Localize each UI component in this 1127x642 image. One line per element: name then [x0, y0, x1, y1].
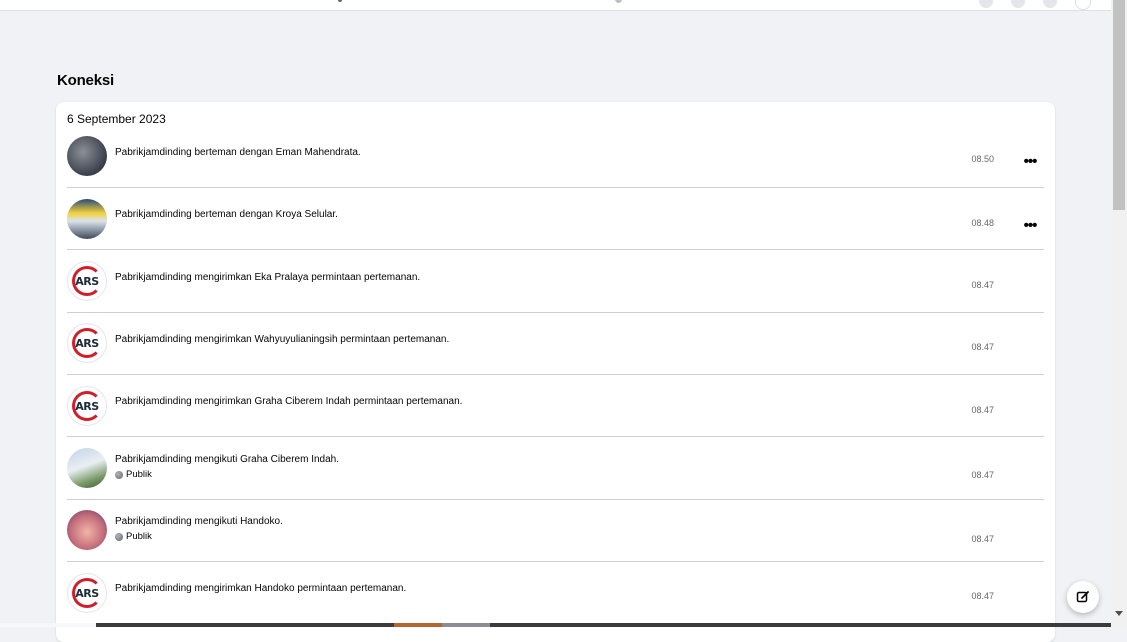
activity-time: 08.47: [971, 470, 994, 480]
profile-avatar[interactable]: ARS: [67, 573, 107, 613]
profile-avatar[interactable]: [67, 448, 107, 488]
bottom-edge-strip: [0, 623, 1111, 627]
profile-avatar[interactable]: [67, 510, 107, 550]
activity-row: Pabrikjamdinding berteman dengan Eman Ma…: [67, 136, 1044, 188]
edit-icon: [1076, 591, 1089, 603]
activity-time: 08.47: [971, 591, 994, 601]
nav-icon-button[interactable]: [1075, 0, 1091, 10]
ars-logo-icon: ARS: [72, 391, 102, 421]
activity-text[interactable]: Pabrikjamdinding mengirimkan Handoko per…: [115, 583, 406, 594]
profile-avatar[interactable]: ARS: [67, 261, 107, 301]
ars-logo-text: ARS: [75, 586, 99, 600]
strip-segment: [442, 623, 490, 627]
top-navigation-bar: [0, 0, 1111, 11]
activity-row: ARS Pabrikjamdinding mengirimkan Graha C…: [67, 375, 1044, 437]
activity-text[interactable]: Pabrikjamdinding mengikuti Graha Ciberem…: [115, 454, 339, 465]
section-title: Koneksi: [57, 72, 114, 89]
profile-avatar[interactable]: [67, 136, 107, 176]
audience-text: Publik: [126, 531, 152, 542]
profile-avatar[interactable]: ARS: [67, 323, 107, 363]
nav-indicator-dot: [615, 0, 622, 3]
strip-segment: [394, 623, 442, 627]
scrollbar-thumb[interactable]: [1113, 0, 1125, 210]
strip-segment: [96, 623, 394, 627]
nav-indicator-dot: [338, 0, 342, 2]
profile-avatar[interactable]: [67, 199, 107, 239]
audience-label[interactable]: Publik: [115, 531, 152, 542]
more-horizontal-icon: •••: [1023, 217, 1038, 234]
nav-icon-button[interactable]: [979, 0, 993, 8]
scroll-down-arrow-icon[interactable]: [1115, 611, 1123, 616]
ars-logo-text: ARS: [75, 399, 99, 413]
audience-text: Publik: [126, 469, 152, 480]
activity-text[interactable]: Pabrikjamdinding berteman dengan Kroya S…: [115, 209, 338, 220]
activity-time: 08.47: [971, 405, 994, 415]
activity-text[interactable]: Pabrikjamdinding mengirimkan Graha Ciber…: [115, 396, 462, 407]
activity-row: Pabrikjamdinding mengikuti Handoko. Publ…: [67, 500, 1044, 562]
activity-text[interactable]: Pabrikjamdinding mengikuti Handoko.: [115, 516, 283, 527]
strip-segment: [490, 623, 1111, 627]
globe-icon: [115, 532, 123, 541]
ars-logo-icon: ARS: [72, 578, 102, 608]
activity-row: ARS Pabrikjamdinding mengirimkan Eka Pra…: [67, 250, 1044, 313]
profile-avatar[interactable]: ARS: [67, 386, 107, 426]
activity-time: 08.50: [971, 154, 994, 164]
nav-icon-button[interactable]: [1043, 0, 1057, 8]
nav-icon-button[interactable]: [1011, 0, 1025, 8]
activity-row: Pabrikjamdinding berteman dengan Kroya S…: [67, 188, 1044, 250]
activity-time: 08.47: [971, 280, 994, 290]
activity-time: 08.47: [971, 342, 994, 352]
globe-icon: [115, 470, 123, 479]
activity-row: Pabrikjamdinding mengikuti Graha Ciberem…: [67, 437, 1044, 500]
activity-row: ARS Pabrikjamdinding mengirimkan Wahyuyu…: [67, 313, 1044, 375]
ars-logo-text: ARS: [75, 274, 99, 288]
activity-time: 08.48: [971, 218, 994, 228]
activity-row: ARS Pabrikjamdinding mengirimkan Handoko…: [67, 562, 1044, 623]
more-options-button[interactable]: •••: [1020, 218, 1040, 236]
ars-logo-text: ARS: [75, 336, 99, 350]
activity-text[interactable]: Pabrikjamdinding berteman dengan Eman Ma…: [115, 147, 361, 158]
ars-logo-icon: ARS: [72, 328, 102, 358]
activity-text[interactable]: Pabrikjamdinding mengirimkan Eka Pralaya…: [115, 272, 420, 283]
date-header: 6 September 2023: [67, 112, 166, 126]
more-horizontal-icon: •••: [1023, 153, 1038, 170]
activity-log-card: 6 September 2023 Pabrikjamdinding bertem…: [56, 102, 1055, 642]
activity-time: 08.47: [971, 534, 994, 544]
ars-logo-icon: ARS: [72, 266, 102, 296]
activity-text[interactable]: Pabrikjamdinding mengirimkan Wahyuyulian…: [115, 334, 449, 345]
new-message-button[interactable]: [1067, 581, 1099, 613]
audience-label[interactable]: Publik: [115, 469, 152, 480]
more-options-button[interactable]: •••: [1020, 154, 1040, 172]
